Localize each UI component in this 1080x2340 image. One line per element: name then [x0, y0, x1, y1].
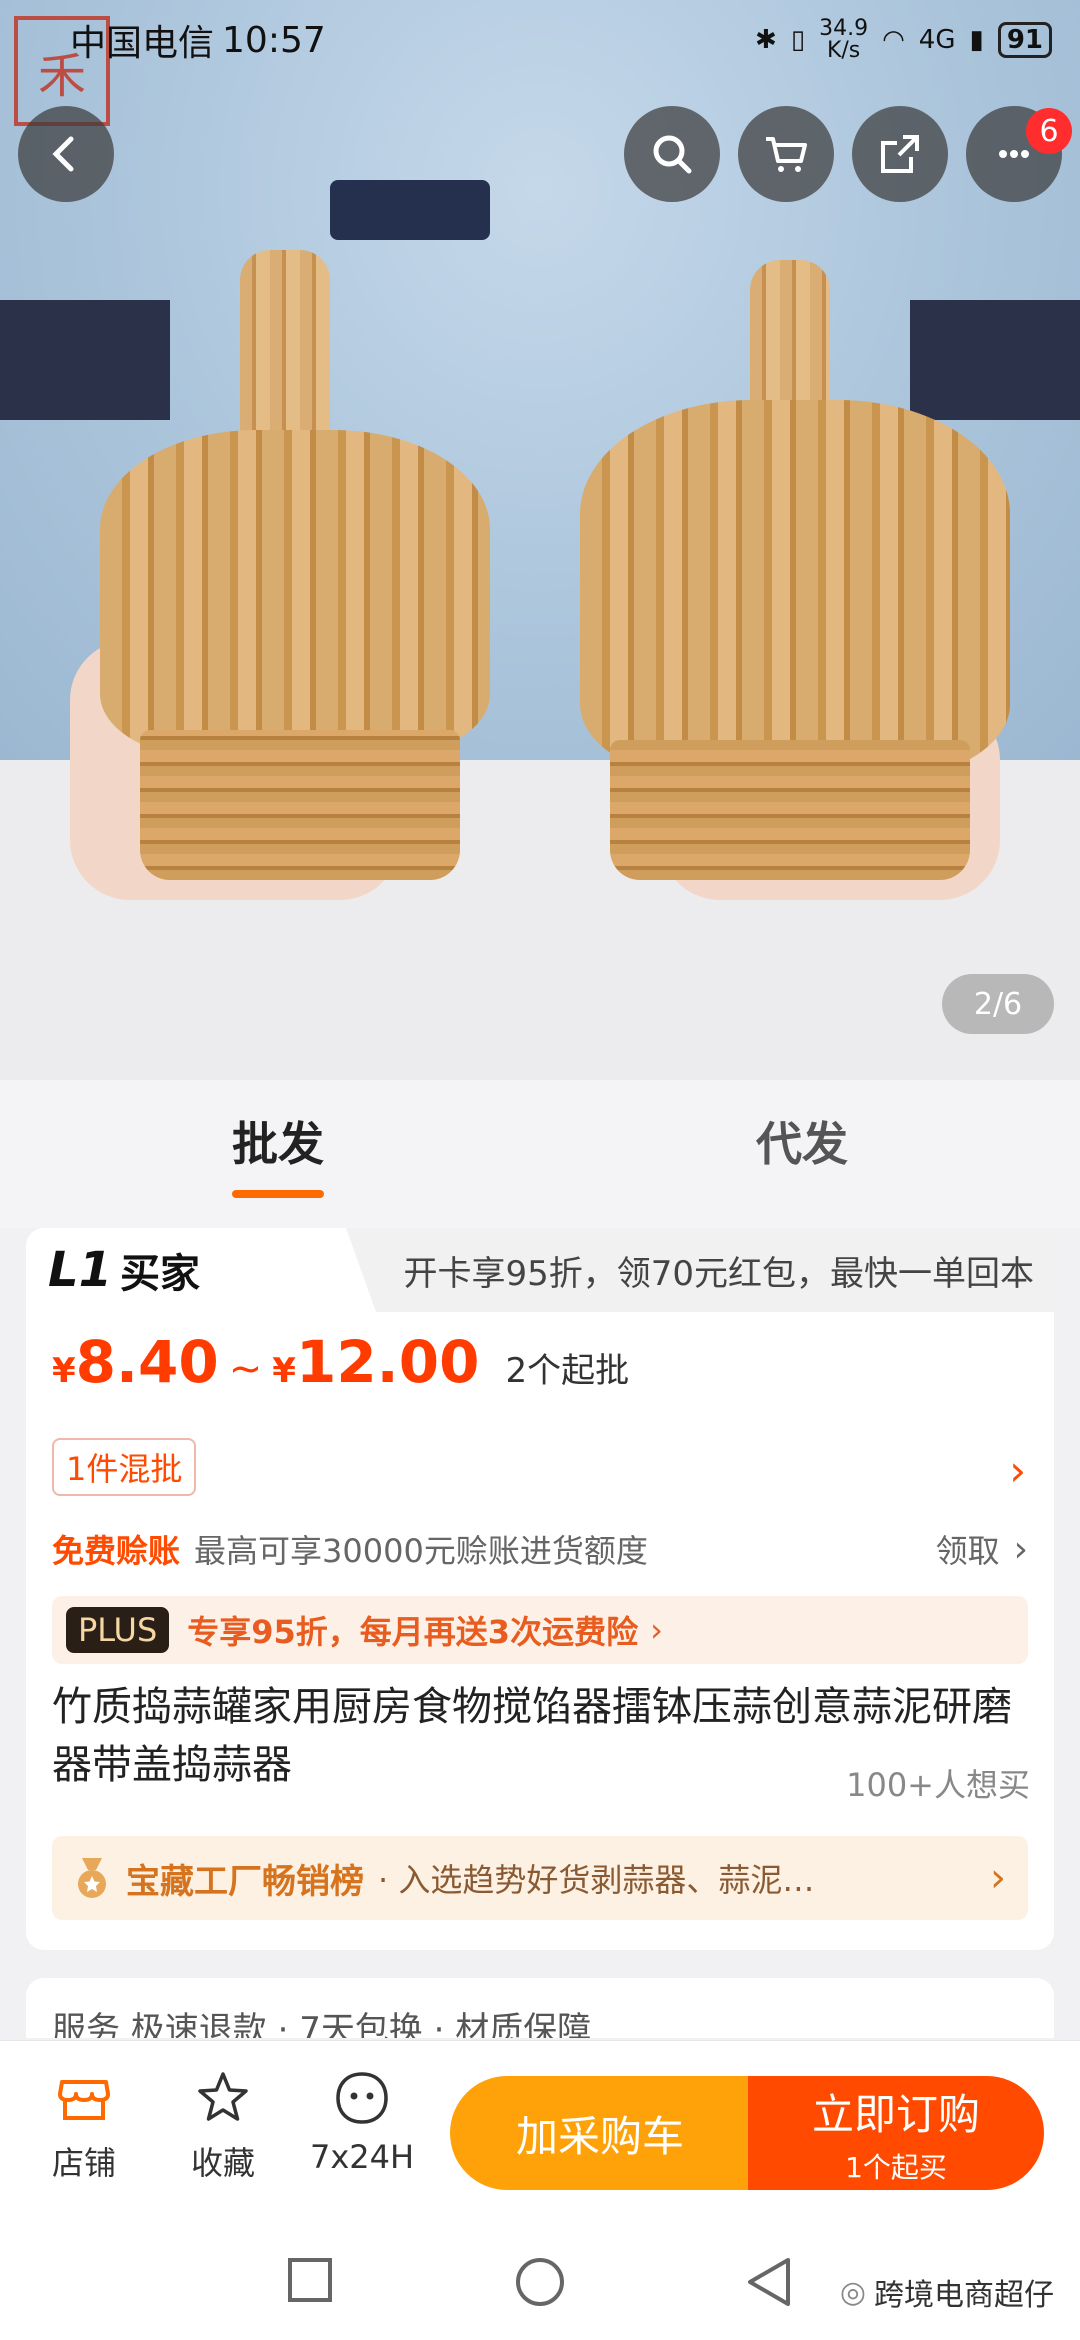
price-separator: ~: [228, 1346, 263, 1392]
member-level[interactable]: L1 买家: [26, 1228, 326, 1312]
min-order: 2个起批: [505, 1351, 630, 1391]
buy-now-sub: 1个起买: [845, 2150, 947, 2184]
ranking-banner[interactable]: 宝藏工厂畅销榜 · 入选趋势好货剥蒜器、蒜泥… ›: [52, 1836, 1028, 1920]
favorite-label: 收藏: [190, 2144, 255, 2182]
tab-wholesale[interactable]: 批发: [232, 1108, 324, 1174]
customer-service-button[interactable]: 7x24H: [302, 2068, 422, 2176]
currency-symbol-2: ¥: [272, 1351, 296, 1391]
want-count: 100+人想买: [846, 1766, 1030, 1804]
chevron-right-icon: ›: [650, 1611, 663, 1649]
sleeve-stripe-left: [0, 300, 170, 420]
sleeve-stripe-right: [910, 300, 1080, 420]
medal-icon: [78, 1858, 106, 1898]
sweater-logo-bar: [330, 180, 490, 240]
price-range: ¥ 8.40 ~ ¥ 12.00 2个起批: [52, 1328, 629, 1396]
back-button[interactable]: [18, 106, 114, 202]
ranking-text: · 入选趋势好货剥蒜器、蒜泥…: [378, 1861, 815, 1899]
recent-apps-icon[interactable]: [286, 2256, 334, 2304]
signal-icon: ▮: [969, 25, 984, 55]
bluetooth-icon: ✱: [755, 25, 777, 55]
share-icon: [881, 135, 919, 173]
mortar-right-base: [610, 740, 970, 880]
status-icons: ✱ ▯ 34.9 K/s ◠ 4G ▮ 91: [755, 18, 1052, 62]
search-button[interactable]: [624, 106, 720, 202]
member-level-mark: L1: [48, 1242, 112, 1298]
chat-bot-icon: [336, 2072, 388, 2124]
share-button[interactable]: [852, 106, 948, 202]
chevron-right-icon[interactable]: ›: [1009, 1446, 1026, 1495]
price-low: 8.40: [75, 1328, 219, 1396]
watermark-text: 跨境电商超仔: [874, 2278, 1054, 2313]
active-tab-indicator: [232, 1190, 324, 1198]
credit-row[interactable]: 免费赊账 最高可享30000元赊账进货额度 领取 ›: [52, 1526, 1028, 1572]
credit-desc: 最高可享30000元赊账进货额度: [194, 1532, 648, 1570]
mortar-left: [100, 430, 490, 760]
gallery-pager: 2/6: [942, 974, 1054, 1034]
credit-claim-link[interactable]: 领取: [936, 1526, 1000, 1572]
cart-icon: [766, 137, 807, 172]
wechat-icon: ◎: [839, 2274, 866, 2310]
plus-text: 专享95折，每月再送3次运费险: [187, 1613, 639, 1651]
plus-tag: PLUS: [66, 1607, 170, 1653]
message-badge: 6: [1026, 108, 1072, 154]
purchase-mode-tabs: [0, 1080, 1080, 1228]
search-icon: [653, 135, 692, 174]
clock: 10:57: [222, 19, 326, 61]
home-icon[interactable]: [514, 2256, 566, 2308]
back-arrow-icon: [52, 136, 74, 172]
watermark: ◎ 跨境电商超仔: [840, 2270, 1054, 2314]
chevron-right-icon: ›: [1013, 1528, 1028, 1570]
battery-icon: 91: [997, 22, 1052, 58]
status-bar: 中国电信 10:57 ✱ ▯ 34.9 K/s ◠ 4G ▮ 91: [0, 0, 1080, 80]
vibrate-icon: ▯: [790, 25, 806, 55]
buy-now-button[interactable]: 立即订购 1个起买: [748, 2076, 1044, 2190]
plus-banner[interactable]: PLUS 专享95折，每月再送3次运费险 ›: [52, 1596, 1028, 1664]
wifi-icon: ◠: [882, 25, 905, 55]
service-label: 7x24H: [309, 2138, 415, 2176]
star-icon: [198, 2072, 248, 2121]
mix-batch-tag[interactable]: 1件混批: [52, 1438, 197, 1496]
member-level-label: 买家: [119, 1251, 200, 1297]
add-to-cart-button[interactable]: 加采购车: [450, 2076, 750, 2190]
service-text: 服务 极速退款 · 7天包换 · 材质保障: [52, 2010, 592, 2038]
service-card[interactable]: 服务 极速退款 · 7天包换 · 材质保障: [26, 1978, 1054, 2038]
price-high: 12.00: [295, 1328, 480, 1396]
carrier-name: 中国电信: [70, 23, 215, 64]
cart-button[interactable]: [738, 106, 834, 202]
tab-dropship[interactable]: 代发: [756, 1108, 848, 1174]
credit-title: 免费赊账: [52, 1532, 181, 1570]
net-speed: 34.9 K/s: [819, 16, 869, 63]
product-info-card: L1 买家 开卡享95折，领70元红包，最快一单回本 ¥ 8.40 ~ ¥ 12…: [26, 1228, 1054, 1950]
member-promo[interactable]: 开卡享95折，领70元红包，最快一单回本: [346, 1228, 1054, 1312]
currency-symbol: ¥: [52, 1351, 76, 1391]
chevron-right-icon: ›: [990, 1855, 1006, 1901]
mortar-right: [580, 400, 1010, 780]
ranking-title: 宝藏工厂畅销榜: [126, 1861, 364, 1902]
buy-now-label: 立即订购: [811, 2089, 980, 2139]
signal-label: 4G: [918, 25, 956, 55]
shop-label: 店铺: [51, 2144, 116, 2182]
mortar-left-base: [140, 730, 460, 880]
store-icon: [58, 2080, 110, 2120]
shop-button[interactable]: 店铺: [24, 2068, 144, 2184]
favorite-button[interactable]: 收藏: [163, 2068, 283, 2184]
nav-back-icon[interactable]: [744, 2256, 794, 2308]
